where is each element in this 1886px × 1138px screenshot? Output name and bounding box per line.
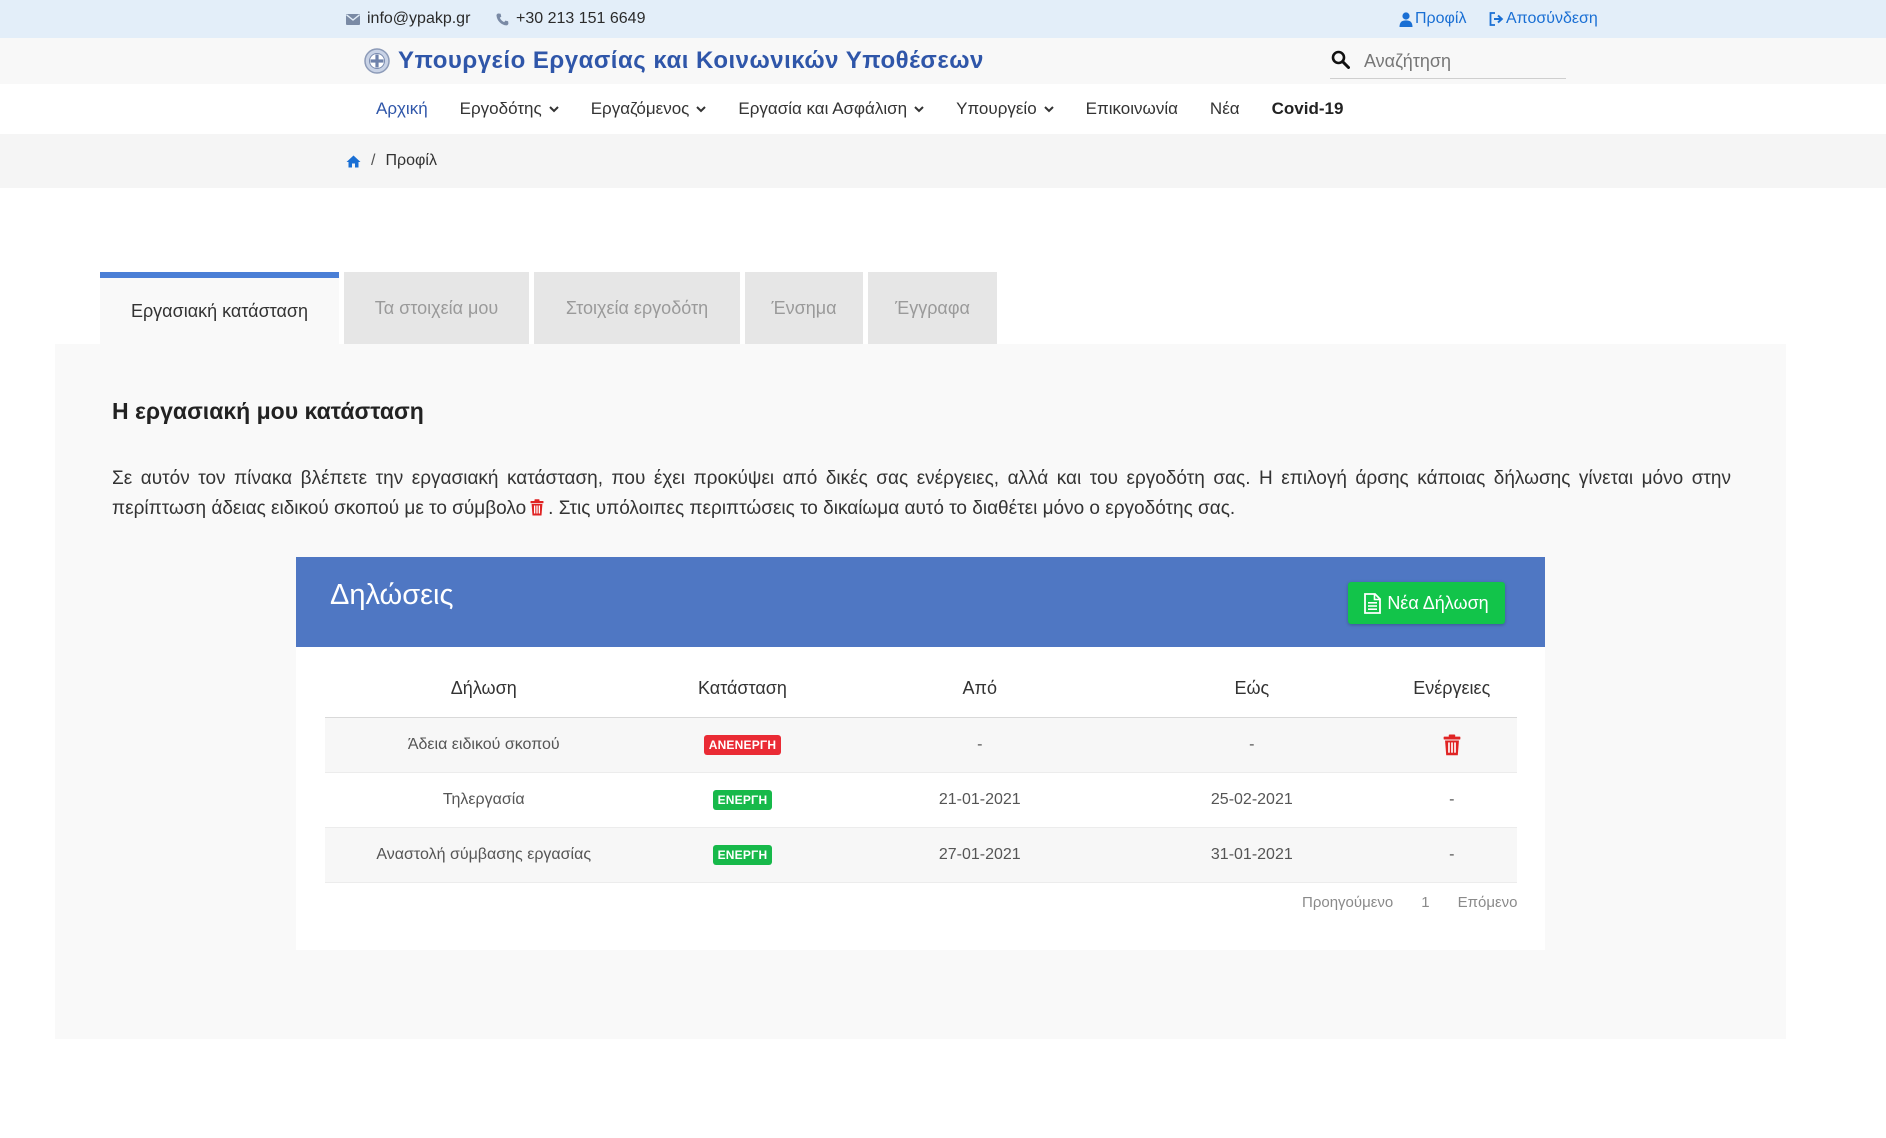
declarations-card-header: Δηλώσεις Νέα Δήλωση [296,557,1545,647]
cell-declaration: Τηλεργασία [325,772,643,828]
user-icon [1399,11,1413,27]
nav-item-employer[interactable]: Εργοδότης [460,99,559,119]
search-icon[interactable] [1331,50,1350,69]
tab-documents[interactable]: Έγγραφα [868,272,997,344]
cell-status: ΕΝΕΡΓΗ [642,827,843,883]
tab-my-details[interactable]: Τα στοιχεία μου [344,272,529,344]
declarations-table: Δήλωση Κατάσταση Από Εώς Ενέργειες Άδεια… [325,659,1517,883]
delete-icon[interactable] [1443,734,1461,756]
cell-declaration: Αναστολή σύμβασης εργασίας [325,827,643,883]
search-input[interactable] [1362,46,1566,76]
logout-link[interactable]: Αποσύνδεση [1489,0,1598,38]
status-badge: ΑΝΕΝΕΡΓΗ [703,735,782,755]
envelope-icon [346,13,360,25]
cell-status: ΕΝΕΡΓΗ [642,772,843,828]
tab-employer-details[interactable]: Στοιχεία εργοδότη [534,272,740,344]
table-row: Αναστολή σύμβασης εργασίας ΕΝΕΡΓΗ 27-01-… [325,827,1517,883]
column-header-actions: Ενέργειες [1386,659,1517,718]
table-header-row: Δήλωση Κατάσταση Από Εώς Ενέργειες [325,659,1517,718]
phone-text: +30 213 151 6649 [516,10,646,27]
nav-item-work-insurance[interactable]: Εργασία και Ασφάλιση [738,99,924,119]
section-description: Σε αυτόν τον πίνακα βλέπετε την εργασιακ… [112,464,1731,526]
home-icon[interactable] [346,155,361,168]
pagination-previous[interactable]: Προηγούμενο [1302,894,1393,911]
profile-tabs: Εργασιακή κατάσταση Τα στοιχεία μου Στοι… [100,272,1002,344]
phone-icon [496,13,509,25]
ministry-title: Υπουργείο Εργασίας και Κοινωνικών Υποθέσ… [398,47,984,74]
declarations-card: Δηλώσεις Νέα Δήλωση Δήλωση Κατάσταση Από… [296,557,1545,950]
column-header-declaration: Δήλωση [325,659,643,718]
tab-work-status[interactable]: Εργασιακή κατάσταση [100,272,339,344]
email-link[interactable]: info@ypakp.gr [346,0,470,38]
breadcrumb-current: Προφίλ [385,152,437,169]
cell-from: 21-01-2021 [842,772,1118,828]
pagination-page-1[interactable]: 1 [1421,894,1429,911]
cell-actions: - [1386,772,1517,828]
cell-to: 31-01-2021 [1117,827,1387,883]
top-contact-bar: info@ypakp.gr +30 213 151 6649 Προφίλ Απ… [0,0,1886,38]
cell-from: - [842,717,1118,773]
new-declaration-button[interactable]: Νέα Δήλωση [1348,582,1505,624]
cell-from: 27-01-2021 [842,827,1118,883]
cell-status: ΑΝΕΝΕΡΓΗ [642,717,843,773]
trash-icon [530,496,544,526]
main-nav: Αρχική Εργοδότης Εργαζόμενος Εργασία και… [376,84,1375,134]
column-header-from: Από [842,659,1118,718]
status-badge: ΕΝΕΡΓΗ [712,790,773,810]
brand-bar: Υπουργείο Εργασίας και Κοινωνικών Υποθέσ… [0,38,1886,84]
greek-emblem-icon [364,48,390,74]
table-row: Άδεια ειδικού σκοπού ΑΝΕΝΕΡΓΗ - - [325,717,1517,773]
declarations-title: Δηλώσεις [330,579,454,611]
brand-home-link[interactable]: Υπουργείο Εργασίας και Κοινωνικών Υποθέσ… [364,38,984,84]
chevron-down-icon [696,105,707,112]
nav-item-news[interactable]: Νέα [1210,99,1240,119]
nav-item-employee[interactable]: Εργαζόμενος [591,99,707,119]
cell-actions: - [1386,827,1517,883]
nav-item-covid19[interactable]: Covid-19 [1272,99,1344,119]
nav-item-contact[interactable]: Επικοινωνία [1086,99,1178,119]
column-header-to: Εώς [1117,659,1387,718]
chevron-down-icon [1043,105,1054,112]
table-row: Τηλεργασία ΕΝΕΡΓΗ 21-01-2021 25-02-2021 … [325,772,1517,828]
chevron-down-icon [914,105,924,112]
phone-link[interactable]: +30 213 151 6649 [496,0,645,38]
logout-link-label: Αποσύνδεση [1506,10,1598,27]
search-box [1330,44,1566,79]
breadcrumb-bar: / Προφίλ [0,134,1886,188]
sign-out-icon [1489,12,1504,26]
breadcrumb: / Προφίλ [346,134,437,188]
tab-stamps[interactable]: Ένσημα [745,272,863,344]
nav-item-ministry[interactable]: Υπουργείο [956,99,1054,119]
profile-link-label: Προφίλ [1415,10,1467,27]
pagination-next[interactable]: Επόμενο [1458,894,1518,911]
profile-link[interactable]: Προφίλ [1399,0,1466,38]
chevron-down-icon [548,105,559,112]
cell-to: 25-02-2021 [1117,772,1387,828]
cell-declaration: Άδεια ειδικού σκοπού [325,717,643,773]
status-badge: ΕΝΕΡΓΗ [712,845,773,865]
document-icon [1364,592,1382,614]
email-text: info@ypakp.gr [367,10,471,27]
section-heading: Η εργασιακή μου κατάσταση [112,398,424,424]
breadcrumb-separator: / [371,152,376,169]
nav-item-home[interactable]: Αρχική [376,99,428,119]
cell-to: - [1117,717,1387,773]
column-header-status: Κατάσταση [642,659,843,718]
cell-actions [1386,717,1517,773]
pagination: Προηγούμενο 1 Επόμενο [1296,894,1518,911]
